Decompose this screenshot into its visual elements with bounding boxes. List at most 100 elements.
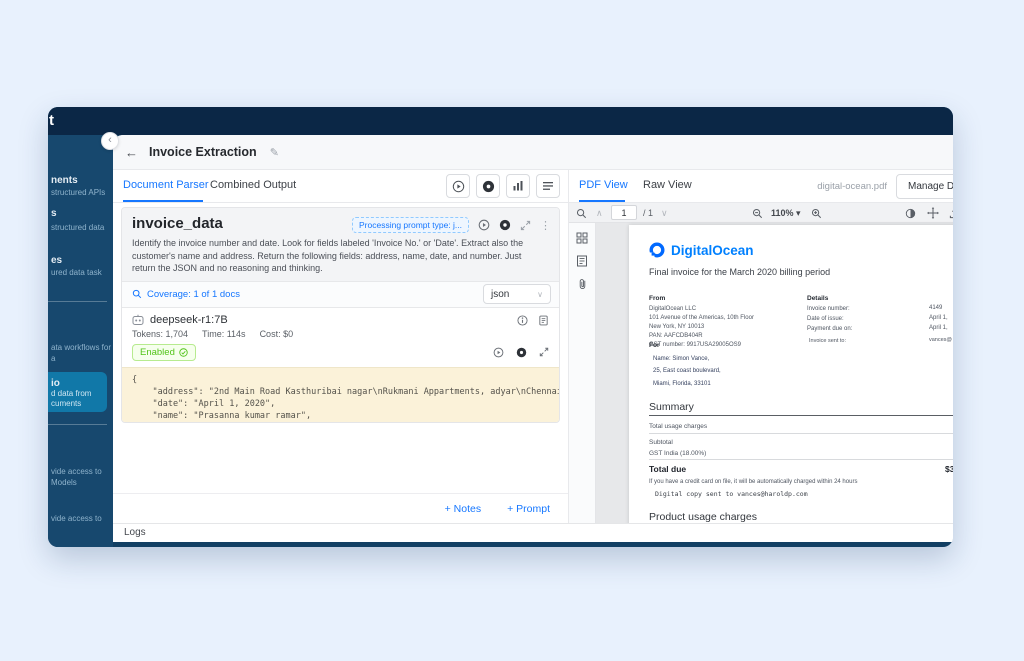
enabled-label: Enabled (140, 347, 175, 358)
invoice-total-usage: Total usage charges (649, 422, 707, 431)
invoice-detail-row-value: April 1, (929, 315, 948, 321)
play-circle-icon (478, 219, 490, 231)
invoice-detail-row-label: Invoice number: (807, 305, 850, 314)
sidebar-collapse-button[interactable]: ‹ (101, 132, 119, 150)
zoom-level[interactable]: 110% ▾ (771, 203, 801, 223)
add-notes-button[interactable]: + Notes (445, 503, 481, 515)
sidebar-divider (48, 424, 107, 425)
pdf-viewer-pane: PDF View Raw View digital-ocean.pdf Mana… (568, 170, 953, 523)
model-name: deepseek-r1:7B (150, 314, 228, 326)
sidebar-item-deployments-desc: structured APIs (51, 188, 105, 197)
back-arrow-icon[interactable]: ← (125, 145, 138, 160)
invoice-product-title: Product usage charges (649, 511, 757, 523)
invoice-subtitle: Final invoice for the March 2020 billing… (649, 267, 830, 277)
pdf-side-rail (569, 223, 596, 523)
coverage-label[interactable]: Coverage: 1 of 1 docs (147, 289, 240, 300)
invoice-from-line: PAN: AAFCDB404R (649, 332, 703, 341)
run-all-prompts-button[interactable] (446, 174, 470, 198)
invoice-detail-row-label: Date of issue: (807, 315, 844, 324)
output-format-select[interactable]: json ∨ (483, 284, 551, 304)
paperclip-icon[interactable] (577, 278, 588, 290)
llm-output-box[interactable]: { "address": "2nd Main Road Kasthuribai … (122, 367, 559, 423)
invoice-detail-row-label: Payment due on: (807, 325, 852, 334)
app-sidebar: nents structured APIs s structured data … (48, 135, 113, 547)
tokens-stat: Tokens: 1,704 (132, 329, 188, 339)
coverage-row: Coverage: 1 of 1 docs json ∨ (122, 281, 559, 307)
logs-bar[interactable]: Logs (113, 523, 953, 542)
invoice-subtotal: Subtotal (649, 438, 673, 447)
sidebar-item-prompt-studio-desc1: d data from (51, 389, 91, 398)
expand-diagonal-icon[interactable] (539, 347, 549, 357)
invoice-detail-row-label: Invoice sent to: (809, 337, 846, 346)
page-up-chevron[interactable]: ∧ (596, 203, 603, 223)
page-down-chevron[interactable]: ∨ (661, 203, 668, 223)
tab-pdf-view[interactable]: PDF View (579, 179, 628, 191)
output-format-value: json (491, 289, 509, 300)
dark-circle-icon[interactable] (516, 347, 527, 358)
info-circle-icon[interactable] (517, 315, 528, 326)
prompt-text[interactable]: Identify the invoice number and date. Lo… (132, 237, 549, 275)
pdf-body: DigitalOcean Final invoice for the March… (569, 223, 953, 523)
cost-stat: Cost: $0 (260, 329, 294, 339)
notes-doc-icon[interactable] (538, 315, 549, 326)
sidebar-item-tasks-title[interactable]: es (51, 255, 62, 266)
sidebar-item-llms-desc1[interactable]: vide access to (51, 467, 102, 476)
sidebar-item-prompt-studio-desc2: cuments (51, 399, 81, 408)
thumbnails-grid-icon[interactable] (576, 232, 588, 244)
dark-circle-icon (482, 180, 495, 193)
invoice-for-label: For (649, 342, 659, 349)
invoice-details-label: Details (807, 295, 828, 302)
app-logo: t (49, 112, 54, 129)
invoice-total-due-label: Total due (649, 464, 686, 474)
sidebar-item-pipelines-title[interactable]: s (51, 208, 57, 219)
dark-circle-icon (499, 219, 511, 231)
tab-document-parser[interactable]: Document Parser (123, 179, 209, 191)
document-parser-pane: Document Parser Combined Output (113, 170, 568, 523)
upload-icon[interactable] (949, 203, 953, 223)
search-icon (132, 289, 142, 299)
summary-list-button[interactable] (536, 174, 560, 198)
cost-analysis-button[interactable] (506, 174, 530, 198)
kebab-menu-icon[interactable]: ⋮ (540, 219, 551, 232)
edit-title-icon[interactable]: ✎ (270, 146, 279, 159)
tab-raw-view[interactable]: Raw View (643, 179, 692, 191)
divider (649, 415, 953, 416)
page-number-input[interactable] (611, 205, 637, 220)
check-circle-icon (179, 348, 188, 357)
enabled-status-badge[interactable]: Enabled (132, 344, 196, 361)
add-prompt-button[interactable]: + Prompt (507, 503, 550, 515)
sidebar-item-vectordb-desc1[interactable]: vide access to (51, 514, 102, 523)
active-tab-underline (579, 200, 625, 202)
invoice-from-line: GST number: 9917USA29005OS9 (649, 341, 741, 350)
expand-prompt-button[interactable] (520, 220, 531, 231)
contrast-icon[interactable] (905, 203, 916, 223)
document-filename: digital-ocean.pdf (817, 181, 887, 192)
sidebar-item-workflows-desc1[interactable]: ata workflows for (51, 343, 111, 352)
divider (649, 433, 953, 434)
tab-combined-output[interactable]: Combined Output (210, 179, 296, 191)
run-prompt-all-llm-button[interactable] (499, 219, 511, 231)
bar-chart-icon (512, 180, 524, 192)
pan-move-icon[interactable] (927, 203, 939, 223)
sidebar-item-deployments-title[interactable]: nents (51, 175, 78, 186)
manage-documents-button[interactable]: Manage Docum (896, 174, 953, 199)
expand-icon (520, 220, 531, 231)
run-all-llm-button[interactable] (476, 174, 500, 198)
outline-icon[interactable] (576, 255, 588, 267)
chevron-down-icon: ∨ (537, 290, 543, 299)
run-prompt-button[interactable] (478, 219, 490, 231)
pdf-tabs-row: PDF View Raw View digital-ocean.pdf Mana… (569, 170, 953, 203)
sidebar-item-prompt-studio-title[interactable]: io (51, 378, 60, 389)
invoice-digital-copy: Digital copy sent to vances@haroldp.com (655, 490, 808, 498)
page-title: Invoice Extraction (149, 145, 257, 159)
model-avatar-icon (132, 314, 144, 326)
pdf-page: DigitalOcean Final invoice for the March… (629, 225, 953, 542)
pdf-canvas[interactable]: DigitalOcean Final invoice for the March… (596, 223, 953, 523)
play-circle-icon[interactable] (493, 347, 504, 358)
invoice-detail-row-value: 4149 (929, 305, 942, 311)
invoice-from-line: DigitalOcean LLC (649, 305, 696, 314)
invoice-from-line: New York, NY 10013 (649, 323, 704, 332)
zoom-in-icon[interactable] (811, 203, 822, 223)
zoom-out-icon[interactable] (752, 203, 763, 223)
pdf-search-icon[interactable] (576, 203, 587, 223)
